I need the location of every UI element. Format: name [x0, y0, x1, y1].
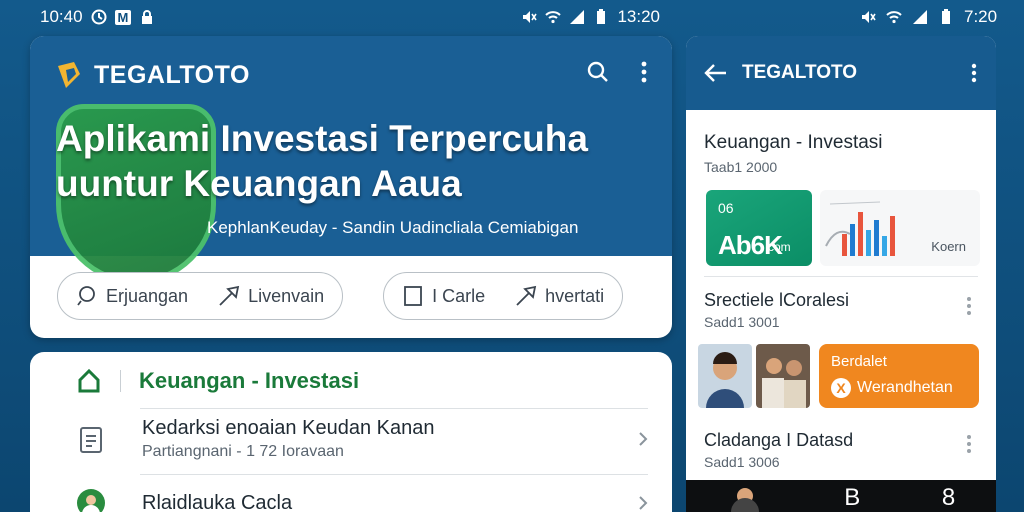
mute-icon [523, 11, 538, 23]
list-item[interactable]: Kedarksi enoaian Keudan Kanan Partiangna… [76, 410, 648, 468]
bar-chart-icon [825, 201, 895, 256]
more-vert-icon[interactable] [970, 62, 978, 84]
list-header-title: Keuangan - Investasi [139, 368, 360, 393]
status-time: 10:40 [40, 7, 83, 26]
section-title: Keuangan - Investasi [704, 132, 883, 153]
more-vert-icon[interactable] [640, 60, 648, 84]
status-bar-right: 7:20 [860, 0, 1000, 34]
divider [120, 370, 121, 392]
list-card: Keuangan - Investasi Kedarksi enoaian Ke… [30, 352, 672, 512]
search-icon [77, 286, 95, 306]
wifi-icon [886, 11, 902, 24]
quick-action-document[interactable]: I Carle [402, 285, 485, 307]
hero-title: Aplikami Investasi Terpercuha uuntur Keu… [56, 118, 588, 204]
promo-card[interactable]: Berdalet X Werandhetan [819, 344, 979, 408]
stat-tile-unit: com [768, 240, 791, 254]
status-time: 7:20 [964, 7, 998, 26]
app-bar: TEGALTOTO [686, 36, 996, 110]
more-vert-icon[interactable] [966, 434, 972, 454]
status-bar-left: 10:40 M 13:20 [40, 0, 660, 34]
brand-logo-icon [58, 62, 80, 88]
list-item-text: Rlaidlauka Cacla [142, 492, 638, 512]
bottom-bar: B 8 [686, 480, 996, 512]
document-icon [404, 286, 423, 306]
app-bar-title: TEGALTOTO [742, 62, 858, 83]
hero-actions [586, 60, 648, 84]
list-item-subtitle: Partiangnani - 1 72 Ioravaan [142, 443, 344, 460]
status-time-2: 13:20 [617, 7, 660, 26]
more-vert-icon[interactable] [966, 296, 972, 316]
list-item-title: Kedarksi enoaian Keudan Kanan [142, 417, 435, 439]
quick-action-pill: I Carle hvertati [383, 272, 624, 320]
quick-action-label: I Carle [432, 285, 486, 306]
wifi-icon [545, 11, 562, 24]
item-subtitle: Sadd1 3001 [704, 314, 780, 330]
share-icon [219, 285, 240, 306]
home-icon [78, 368, 100, 393]
list-header: Keuangan - Investasi [76, 368, 359, 394]
quick-action-label: Erjuangan [106, 285, 189, 306]
quick-actions: Erjuangan Livenvain I Carle hvertati [57, 272, 624, 320]
list-item[interactable]: Rlaidlauka Cacla [76, 474, 648, 512]
quick-action-share[interactable]: Livenvain [218, 285, 324, 307]
list-item-title: Rlaidlauka Cacla [142, 491, 293, 512]
tab-b[interactable]: B [844, 484, 860, 512]
section-subtitle: Taab1 2000 [704, 159, 778, 175]
chevron-right-icon [639, 432, 648, 446]
divider [704, 276, 978, 277]
promo-subtitle: Werandhetan [857, 379, 953, 396]
avatar-icon [77, 489, 105, 512]
mail-badge-icon: M [114, 9, 132, 25]
promo-title: Berdalet [831, 353, 887, 370]
group-image [756, 344, 810, 408]
hero-card: TEGALTOTO Aplikami Investasi Terpercuha … [30, 36, 672, 338]
promo-icon: X [831, 378, 851, 398]
item-subtitle: Sadd1 3006 [704, 454, 780, 470]
chevron-right-icon [639, 496, 648, 510]
profile-tab-icon[interactable] [727, 484, 763, 512]
item-title: Cladanga I Datasd [704, 430, 854, 450]
signal-icon [913, 10, 927, 24]
hero-subtitle: KephlanKeuday - Sandin Uadincliala Cemia… [207, 218, 579, 237]
stat-tile-top: 06 [718, 200, 734, 216]
share-icon [516, 285, 537, 306]
back-arrow-icon[interactable] [704, 63, 728, 83]
chart-tile[interactable]: Koern [820, 190, 980, 266]
tab-8[interactable]: 8 [942, 484, 955, 512]
brand[interactable]: TEGALTOTO [54, 60, 250, 90]
brand-name: TEGALTOTO [94, 60, 250, 89]
lock-icon [142, 10, 153, 24]
battery-icon [597, 9, 606, 24]
quick-action-label: Livenvain [248, 285, 325, 306]
group-photo[interactable] [756, 344, 810, 408]
list-item-text: Kedarksi enoaian Keudan Kanan Partiangna… [142, 417, 638, 461]
clipboard-icon [80, 427, 102, 453]
search-icon[interactable] [586, 60, 610, 84]
item-title: Srectiele lCoralesi [704, 290, 850, 310]
battery-icon [942, 9, 950, 24]
person-image [698, 344, 752, 408]
clock-icon [91, 9, 107, 25]
chart-tile-label: Koern [931, 239, 966, 254]
divider [140, 408, 648, 409]
quick-action-search[interactable]: Erjuangan [76, 285, 188, 307]
quick-action-share-2[interactable]: hvertati [515, 285, 604, 307]
quick-action-pill: Erjuangan Livenvain [57, 272, 344, 320]
stat-tile[interactable]: 06 Ab6K com [706, 190, 812, 266]
person-photo[interactable] [698, 344, 752, 408]
mute-icon [862, 11, 876, 23]
hero-banner: TEGALTOTO Aplikami Investasi Terpercuha … [30, 36, 672, 284]
detail-screen: TEGALTOTO Keuangan - Investasi Taab1 200… [686, 36, 996, 512]
signal-icon [570, 10, 585, 24]
quick-action-label: hvertati [545, 285, 605, 306]
